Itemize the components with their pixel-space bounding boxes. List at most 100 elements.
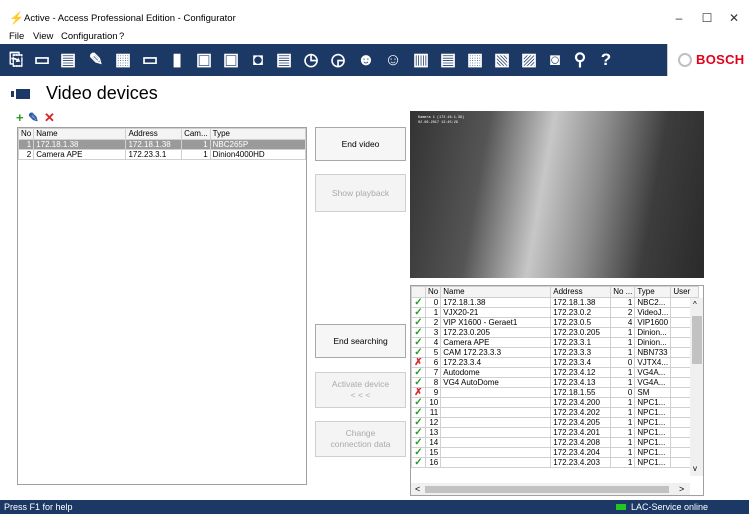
- video-frame: [410, 111, 704, 278]
- search-row[interactable]: ✓ 2 VIP X1600 - Geraet1 172.23.0.5 4 VIP1600: [411, 317, 700, 328]
- card-print-icon[interactable]: ▨: [517, 48, 541, 72]
- table-cell: 172.18.1.38: [125, 139, 183, 150]
- change-connection-button[interactable]: Change connection data: [315, 421, 406, 457]
- add-icon[interactable]: +: [16, 111, 24, 125]
- date-data-icon[interactable]: ▧: [490, 48, 514, 72]
- app-window: ⚡ Active - Access Professional Edition -…: [0, 0, 749, 514]
- search-row[interactable]: ✗ 6 172.23.3.4 172.23.3.4 0 VJTX4...: [411, 357, 700, 368]
- table-cell: 0: [424, 297, 442, 308]
- scroll-thumb[interactable]: [692, 316, 702, 364]
- table-cell: 4: [424, 337, 442, 348]
- schedule-icon[interactable]: ▤: [272, 48, 296, 72]
- activate-device-button[interactable]: Activate device < < <: [315, 372, 406, 408]
- help-icon[interactable]: ?: [594, 48, 618, 72]
- search-row[interactable]: ✓ 7 Autodome 172.23.4.12 1 VG4A...: [411, 367, 700, 378]
- app-icon: ⚡: [9, 11, 24, 25]
- table-cell: 172.23.3.4: [440, 357, 552, 368]
- search-row[interactable]: ✓ 11 172.23.4.202 1 NPC1...: [411, 407, 700, 418]
- search-row[interactable]: ✓ 3 172.23.0.205 172.23.0.205 1 Dinion...: [411, 327, 700, 338]
- scroll-right-icon[interactable]: >: [679, 484, 684, 494]
- edit-icon[interactable]: ✎: [28, 111, 39, 125]
- table-cell: 2: [610, 307, 636, 318]
- table-cell: 172.23.0.5: [550, 317, 612, 328]
- column-header: Address: [125, 128, 183, 140]
- device-row[interactable]: 2 Camera APE 172.23.3.1 1 Dinion4000HD: [18, 149, 306, 160]
- day-model-icon[interactable]: ◶: [326, 48, 350, 72]
- search-row[interactable]: ✓ 15 172.23.4.204 1 NPC1...: [411, 447, 700, 458]
- table-cell: 1: [18, 139, 35, 150]
- horizontal-scrollbar[interactable]: < >: [411, 483, 690, 495]
- search-row[interactable]: ✓ 12 172.23.4.205 1 NPC1...: [411, 417, 700, 428]
- table-cell: [440, 447, 552, 458]
- table-cell: 15: [424, 447, 442, 458]
- end-video-button[interactable]: End video: [315, 127, 406, 161]
- check-icon: ✓: [411, 457, 426, 468]
- column-header: Name: [33, 128, 127, 140]
- table-cell: CAM 172.23.3.3: [440, 347, 552, 358]
- personnel-data-icon[interactable]: ☺: [381, 48, 405, 72]
- search-results-table: No Name Address No ... Type User ✓ 0 172.18.1.3…: [410, 285, 704, 496]
- menu-file[interactable]: File: [9, 31, 24, 42]
- output-panel-icon[interactable]: ▣: [192, 48, 216, 72]
- search-row[interactable]: ✓ 4 Camera APE 172.23.3.1 1 Dinion...: [411, 337, 700, 348]
- check-icon: ✓: [411, 337, 426, 348]
- video-device-icon[interactable]: ◘: [246, 48, 270, 72]
- vertical-scrollbar[interactable]: ^ v: [690, 298, 703, 476]
- menu-configuration[interactable]: Configuration: [61, 31, 118, 42]
- card-data-icon[interactable]: ▥: [409, 48, 433, 72]
- door-icon[interactable]: ▮: [165, 48, 189, 72]
- table-cell: NPC1...: [634, 397, 672, 408]
- table-cell: 6: [424, 357, 442, 368]
- table-cell: 172.23.3.3: [550, 347, 612, 358]
- text-data-icon[interactable]: ▤: [436, 48, 460, 72]
- menu-help[interactable]: ?: [119, 31, 124, 42]
- search-row[interactable]: ✓ 10 172.23.4.200 1 NPC1...: [411, 397, 700, 408]
- show-playback-button[interactable]: Show playback: [315, 174, 406, 212]
- search-row[interactable]: ✗ 9 172.18.1.55 0 SM: [411, 387, 700, 398]
- close-button[interactable]: ✕: [722, 10, 746, 26]
- save-icon[interactable]: ▤: [56, 48, 80, 72]
- search-row[interactable]: ✓ 8 VG4 AutoDome 172.23.4.13 1 VG4A...: [411, 377, 700, 388]
- delete-icon[interactable]: ✕: [44, 111, 55, 125]
- open-folder-icon[interactable]: ▭: [30, 48, 54, 72]
- table-cell: Autodome: [440, 367, 552, 378]
- time-model-icon[interactable]: ◷: [299, 48, 323, 72]
- table-cell: 1: [610, 447, 636, 458]
- scroll-left-icon[interactable]: <: [415, 484, 420, 494]
- video-device-icon: [11, 89, 30, 99]
- location-icon[interactable]: ⚲: [568, 48, 592, 72]
- search-row[interactable]: ✓ 5 CAM 172.23.3.3 172.23.3.3 1 NBN733: [411, 347, 700, 358]
- table-cell: 172.23.4.204: [550, 447, 612, 458]
- device-row[interactable]: 1 172.18.1.38 172.18.1.38 1 NBC265P: [18, 139, 306, 150]
- table-cell: 172.23.3.4: [550, 357, 612, 368]
- table-cell: Dinion...: [634, 327, 672, 338]
- video-icon[interactable]: ◙: [543, 48, 567, 72]
- search-row[interactable]: ✓ 14 172.23.4.208 1 NPC1...: [411, 437, 700, 448]
- table-cell: 1: [610, 427, 636, 438]
- new-icon[interactable]: ⎘: [4, 48, 28, 72]
- search-row[interactable]: ✓ 1 VJX20-21 172.23.0.2 2 VideoJ...: [411, 307, 700, 318]
- end-searching-button[interactable]: End searching: [315, 324, 406, 358]
- table-cell: 1: [610, 297, 636, 308]
- search-row[interactable]: ✓ 16 172.23.4.203 1 NPC1...: [411, 457, 700, 468]
- scroll-down-icon[interactable]: v: [693, 464, 697, 473]
- table-cell: 172.18.1.38: [33, 139, 127, 150]
- input-panel-icon[interactable]: ▣: [219, 48, 243, 72]
- search-row[interactable]: ✓ 0 172.18.1.38 172.18.1.38 1 NBC2...: [411, 297, 700, 308]
- persons-group-icon[interactable]: ☻: [354, 48, 378, 72]
- cross-icon: ✗: [411, 387, 426, 398]
- minimize-button[interactable]: –: [667, 10, 691, 26]
- card-reader-icon[interactable]: ▭: [138, 48, 162, 72]
- table-cell: 1: [610, 367, 636, 378]
- scroll-up-icon[interactable]: ^: [693, 300, 697, 309]
- device-config-icon[interactable]: ▦: [111, 48, 135, 72]
- hscroll-thumb[interactable]: [425, 486, 669, 493]
- check-icon: ✓: [411, 427, 426, 438]
- search-grid: No Name Address No ... Type User ✓ 0 172.18.1.3…: [411, 286, 700, 468]
- maximize-button[interactable]: ☐: [695, 10, 719, 26]
- menu-view[interactable]: View: [33, 31, 53, 42]
- search-row[interactable]: ✓ 13 172.23.4.201 1 NPC1...: [411, 427, 700, 438]
- tools-icon[interactable]: ✎: [84, 48, 108, 72]
- table-cell: [440, 387, 552, 398]
- text-extra-icon[interactable]: ▦: [463, 48, 487, 72]
